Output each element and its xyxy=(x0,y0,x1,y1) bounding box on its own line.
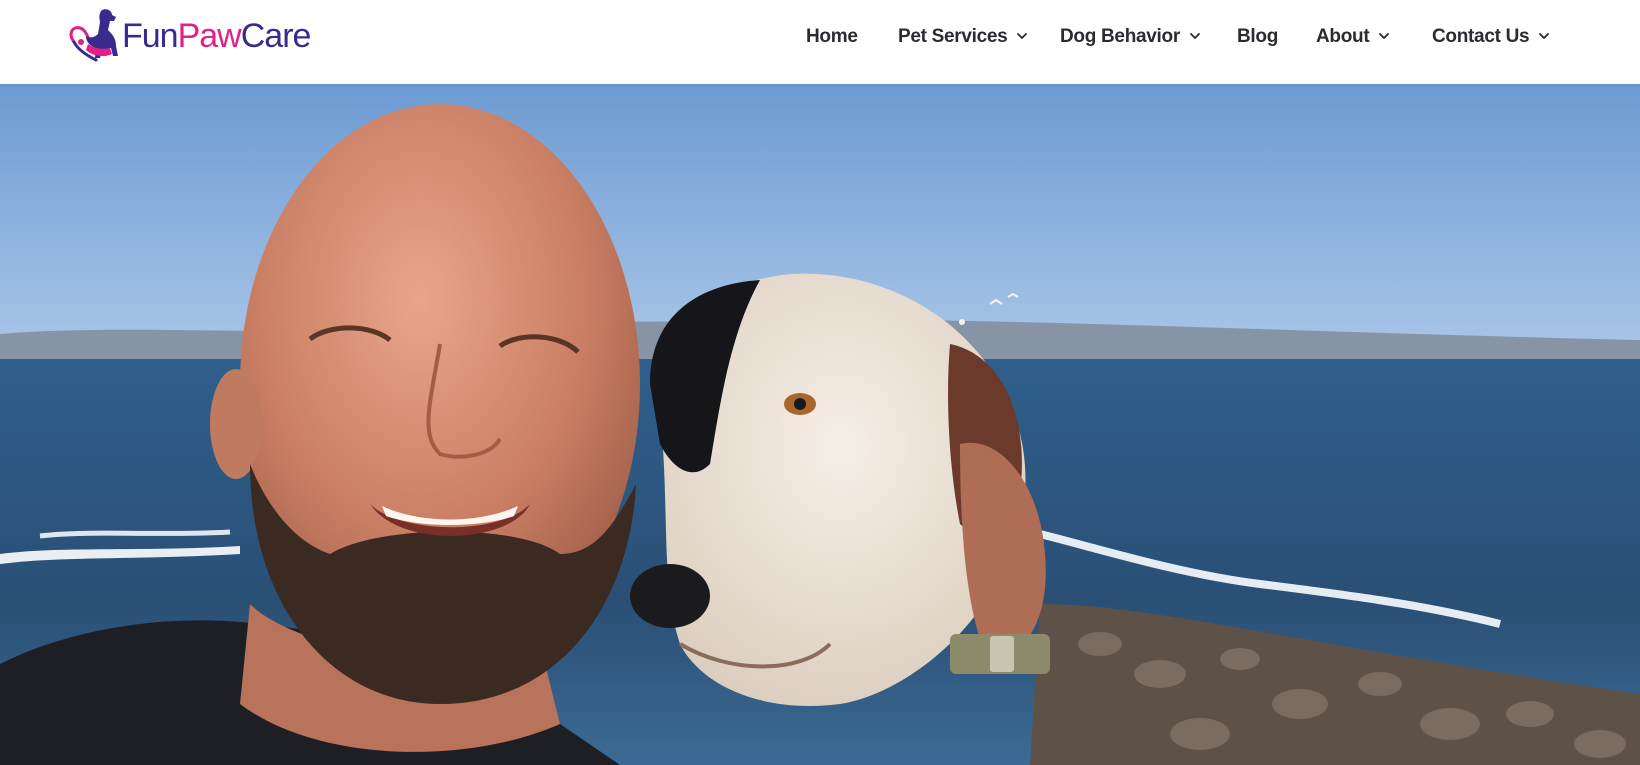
site-header: FunPawCare Home Pet Services Dog Behavio… xyxy=(0,0,1640,84)
nav-dog-behavior[interactable]: Dog Behavior xyxy=(1060,26,1200,48)
nav-blog-label: Blog xyxy=(1237,26,1279,47)
hero-photo xyxy=(0,84,1640,765)
nav-contact-us[interactable]: Contact Us xyxy=(1432,26,1550,48)
nav-blog[interactable]: Blog xyxy=(1237,26,1278,48)
chevron-down-icon xyxy=(1539,33,1550,39)
logo-text-care: Care xyxy=(240,17,312,55)
nav-about[interactable]: About xyxy=(1316,26,1390,48)
logo-text-paw: Paw xyxy=(177,17,242,55)
nav-dog-behavior-label: Dog Behavior xyxy=(1060,26,1180,47)
chevron-down-icon xyxy=(1379,33,1390,39)
site-logo[interactable]: FunPawCare xyxy=(66,4,312,64)
chevron-down-icon xyxy=(1190,33,1200,39)
chevron-down-icon xyxy=(1017,33,1028,39)
logo-text-fun: Fun xyxy=(122,17,179,55)
nav-home[interactable]: Home xyxy=(806,26,858,48)
nav-home-label: Home xyxy=(806,26,858,47)
nav-pet-services[interactable]: Pet Services xyxy=(898,26,1028,48)
nav-about-label: About xyxy=(1316,26,1370,47)
nav-contact-us-label: Contact Us xyxy=(1432,26,1530,47)
logo-wordmark: FunPawCare xyxy=(122,17,312,55)
nav-pet-services-label: Pet Services xyxy=(898,26,1008,47)
dog-logo-icon xyxy=(69,9,118,62)
hero-image xyxy=(0,84,1640,765)
